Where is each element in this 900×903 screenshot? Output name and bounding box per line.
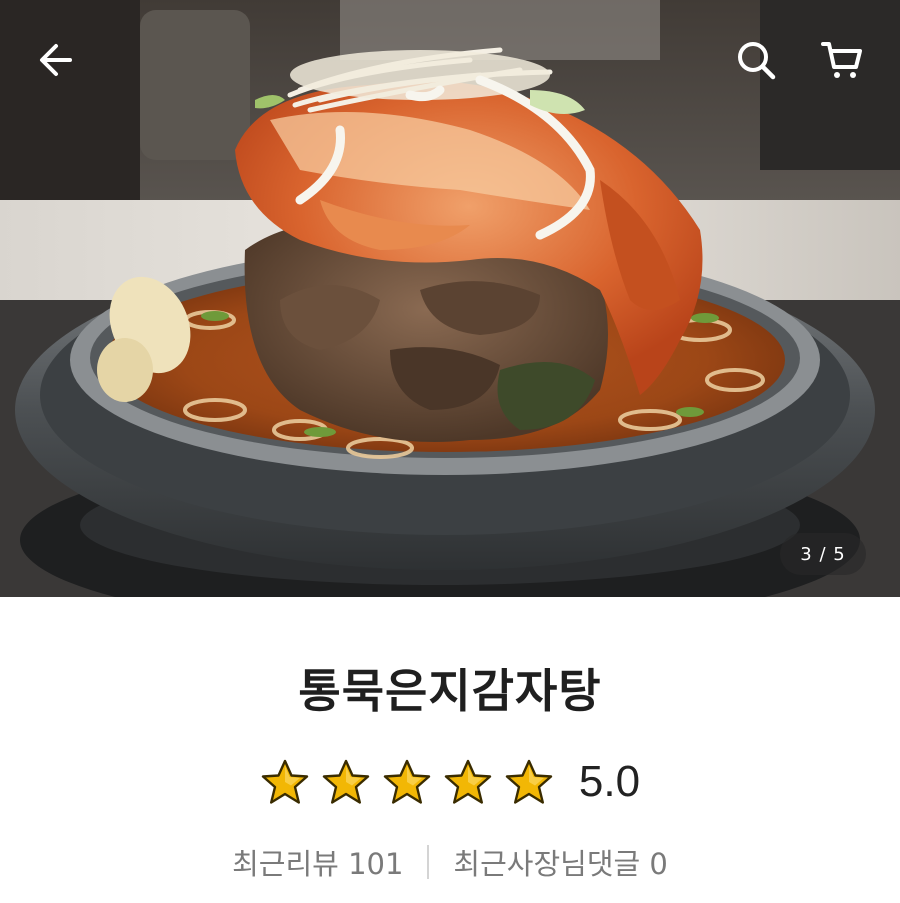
cart-button[interactable] (812, 30, 872, 90)
menu-photo-gallery[interactable]: 3 / 5 (0, 0, 900, 597)
review-stats: 최근리뷰 101 최근사장님댓글 0 (0, 840, 900, 884)
menu-title: 통묵은지감자탕 (298, 664, 602, 718)
back-button[interactable] (26, 30, 86, 90)
stats-divider (427, 845, 430, 879)
star-icon (321, 758, 371, 806)
arrow-left-icon (40, 44, 72, 76)
star-icon (382, 758, 432, 806)
menu-detail-page: 3 / 5 통묵은지감자탕 5.0 최근리뷰 101 최근사장님댓글 0 (0, 0, 900, 903)
star-icon (443, 758, 493, 806)
owner-replies-link[interactable]: 최근사장님댓글 0 (453, 841, 667, 883)
star-rating (260, 758, 565, 806)
recent-reviews-link[interactable]: 최근리뷰 101 (232, 841, 403, 883)
image-counter-badge: 3 / 5 (780, 533, 866, 575)
search-icon (738, 42, 776, 80)
star-icon (504, 758, 554, 806)
rating-row: 5.0 (0, 752, 900, 812)
search-button[interactable] (726, 30, 786, 90)
rating-score: 5.0 (578, 757, 641, 806)
cart-icon (821, 42, 862, 78)
star-icon (260, 758, 310, 806)
